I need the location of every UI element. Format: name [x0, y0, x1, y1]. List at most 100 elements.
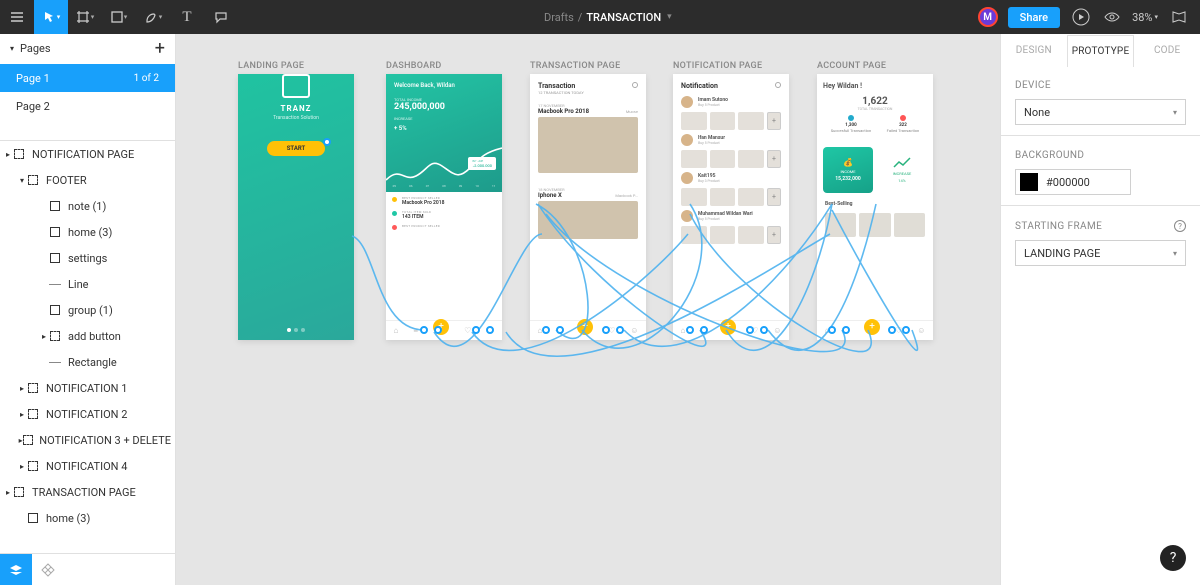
layer-row[interactable]: group (1) — [0, 297, 175, 323]
comment-tool-icon[interactable] — [204, 0, 238, 34]
background-color-field[interactable]: #000000 — [1015, 169, 1131, 195]
layer-row[interactable]: Line — [0, 271, 175, 297]
right-panel-tabs: DESIGN PROTOTYPE CODE — [1001, 34, 1200, 66]
hamburger-menu-icon[interactable] — [0, 0, 34, 34]
frame-icon — [48, 329, 62, 343]
library-icon[interactable] — [1168, 0, 1190, 34]
collapse-arrow-icon: ▾ — [10, 44, 14, 53]
layer-row[interactable]: ▸NOTIFICATION 4 — [0, 453, 175, 479]
component-icon — [48, 303, 62, 317]
move-tool-icon[interactable]: ▾ — [34, 0, 68, 34]
prototype-node[interactable] — [556, 326, 564, 334]
device-select[interactable]: None▾ — [1015, 99, 1186, 125]
canvas[interactable]: LANDING PAGE DASHBOARD TRANSACTION PAGE … — [176, 34, 1000, 585]
tab-design[interactable]: DESIGN — [1001, 34, 1067, 66]
artboard-dashboard[interactable]: Welcome Back, Wildan TOTAL INCOME 245,00… — [386, 74, 502, 340]
chevron-down-icon: ▾ — [667, 12, 672, 22]
frame-label-notification[interactable]: NOTIFICATION PAGE — [673, 61, 762, 71]
component-icon — [48, 225, 62, 239]
prototype-node[interactable] — [542, 326, 550, 334]
layer-row[interactable]: ▸NOTIFICATION 1 — [0, 375, 175, 401]
share-button[interactable]: Share — [1008, 7, 1060, 28]
breadcrumb-drafts: Drafts — [544, 11, 574, 24]
line-icon — [48, 277, 62, 291]
layer-row[interactable]: Rectangle — [0, 349, 175, 375]
chevron-down-icon: ▾ — [1173, 108, 1177, 117]
component-icon — [48, 251, 62, 265]
artboard-notification[interactable]: Notification Imam SutonoBuy 5 Product+If… — [673, 74, 789, 340]
starting-frame-select[interactable]: LANDING PAGE▾ — [1015, 240, 1186, 266]
page-item[interactable]: Page 2 — [0, 92, 175, 120]
add-page-icon[interactable]: + — [155, 40, 165, 58]
chevron-down-icon: ▾ — [1173, 249, 1177, 258]
frame-label-transaction[interactable]: TRANSACTION PAGE — [530, 61, 620, 71]
prototype-node[interactable] — [472, 326, 480, 334]
gear-icon — [632, 82, 638, 88]
prototype-node[interactable] — [602, 326, 610, 334]
layers-tab-icon[interactable] — [0, 554, 32, 585]
prototype-node[interactable] — [902, 326, 910, 334]
tab-code[interactable]: CODE — [1134, 34, 1200, 66]
left-bottom-tabs — [0, 553, 175, 585]
frame-label-dashboard[interactable]: DASHBOARD — [386, 61, 442, 71]
pages-header[interactable]: ▾ Pages + — [0, 34, 175, 64]
layer-row[interactable]: ▸TRANSACTION PAGE — [0, 479, 175, 505]
fab-add-icon: + — [577, 319, 593, 335]
help-button[interactable]: ? — [1160, 545, 1186, 571]
present-icon[interactable] — [1070, 0, 1092, 34]
avatar[interactable]: M — [978, 7, 998, 27]
info-icon[interactable]: ? — [1174, 220, 1186, 232]
frame-icon — [26, 459, 40, 473]
prototype-node[interactable] — [700, 326, 708, 334]
page-item[interactable]: Page 11 of 2 — [0, 64, 175, 92]
prototype-node[interactable] — [828, 326, 836, 334]
component-icon — [26, 511, 40, 525]
wallet-logo-icon — [282, 74, 310, 98]
prototype-node[interactable] — [888, 326, 896, 334]
prototype-node[interactable] — [746, 326, 754, 334]
frame-label-landing[interactable]: LANDING PAGE — [238, 61, 304, 71]
starting-frame-label: STARTING FRAME — [1015, 221, 1102, 232]
prototype-node[interactable] — [616, 326, 624, 334]
layer-row[interactable]: ▸NOTIFICATION PAGE — [0, 141, 175, 167]
artboard-landing[interactable]: → TRANZ Transaction Solution START — [238, 74, 354, 340]
text-tool-icon[interactable]: T — [170, 0, 204, 34]
shape-tool-icon[interactable]: ▾ — [102, 0, 136, 34]
device-label: DEVICE — [1015, 80, 1186, 91]
layer-row[interactable]: ▸NOTIFICATION 2 — [0, 401, 175, 427]
prototype-node[interactable] — [420, 326, 428, 334]
color-swatch — [1020, 173, 1038, 191]
left-panel: ▾ Pages + Page 11 of 2Page 2 ▸NOTIFICATI… — [0, 34, 176, 585]
layer-row[interactable]: ▸add button — [0, 323, 175, 349]
prototype-node[interactable] — [842, 326, 850, 334]
artboard-transaction[interactable]: Transaction 12 TRANSACTION TODAY 17 NOVE… — [530, 74, 646, 340]
layer-row[interactable]: ▾FOOTER — [0, 167, 175, 193]
prototype-node[interactable] — [760, 326, 768, 334]
frame-icon — [23, 433, 33, 447]
layer-row[interactable]: note (1) — [0, 193, 175, 219]
layer-row[interactable]: ▸NOTIFICATION 3 + DELETE — [0, 427, 175, 453]
components-tab-icon[interactable] — [32, 554, 64, 585]
frame-label-account[interactable]: ACCOUNT PAGE — [817, 61, 886, 71]
layer-row[interactable]: home (3) — [0, 505, 175, 531]
frame-icon — [12, 147, 26, 161]
pen-tool-icon[interactable]: ▾ — [136, 0, 170, 34]
frame-tool-icon[interactable]: ▾ — [68, 0, 102, 34]
zoom-control[interactable]: 38%▾ — [1132, 11, 1158, 24]
frame-icon — [26, 381, 40, 395]
start-button: START — [267, 141, 326, 156]
fab-add-icon: + — [720, 319, 736, 335]
prototype-handle-icon[interactable] — [323, 138, 331, 146]
fab-add-icon: + — [864, 319, 880, 335]
prototype-node[interactable] — [486, 326, 494, 334]
artboard-account[interactable]: Hey Wildan ! 1,622 TOTAL TRANSACTION 1,3… — [817, 74, 933, 340]
right-panel: DESIGN PROTOTYPE CODE DEVICE None▾ BACKG… — [1000, 34, 1200, 585]
gear-icon — [775, 82, 781, 88]
tab-prototype[interactable]: PROTOTYPE — [1067, 35, 1135, 67]
eye-icon[interactable] — [1102, 0, 1122, 34]
prototype-node[interactable] — [686, 326, 694, 334]
layer-row[interactable]: home (3) — [0, 219, 175, 245]
layer-row[interactable]: settings — [0, 245, 175, 271]
file-breadcrumb[interactable]: Drafts / TRANSACTION ▾ — [238, 11, 978, 24]
prototype-node[interactable] — [434, 326, 442, 334]
